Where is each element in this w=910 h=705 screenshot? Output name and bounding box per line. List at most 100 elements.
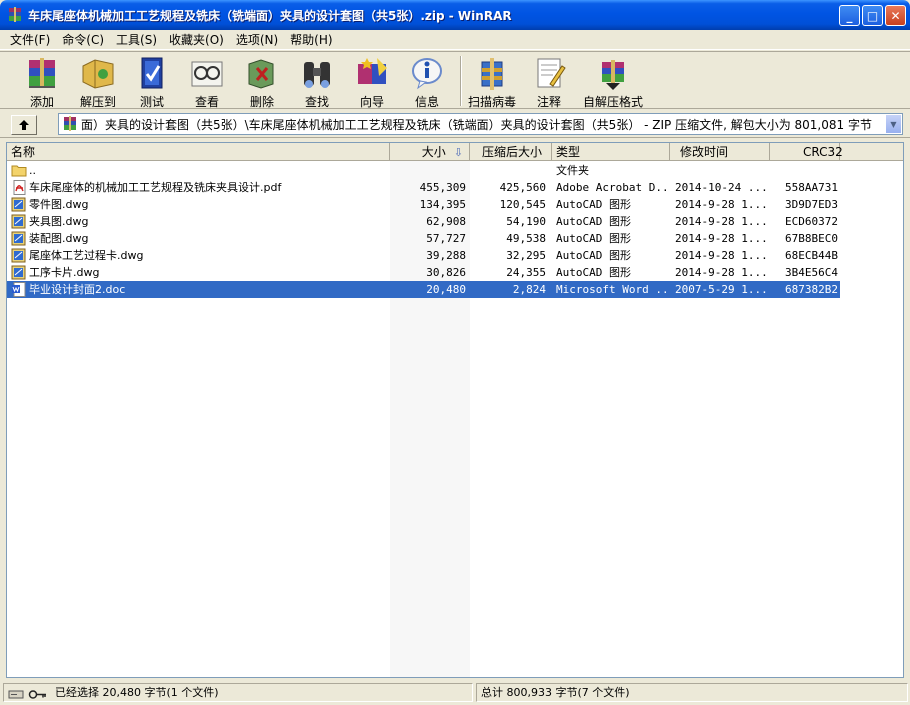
file-type: AutoCAD 图形 (556, 215, 631, 228)
file-row[interactable]: 装配图.dwg 57,727 49,538 AutoCAD 图形 2014-9-28 1… (7, 230, 840, 247)
wizard-label: 向导 (359, 95, 384, 109)
file-crc (785, 162, 840, 179)
file-name: 毕业设计封面2.doc (29, 283, 126, 296)
file-row[interactable]: 零件图.dwg 134,395 120,545 AutoCAD 图形 2014-9-28… (7, 196, 840, 213)
file-type: 文件夹 (556, 164, 589, 177)
file-size (390, 162, 466, 179)
column-size-label: 大小 (421, 145, 446, 159)
add-label: 添加 (29, 95, 54, 109)
virus-scan-label: 扫描病毒 (467, 95, 516, 109)
file-row[interactable]: 毕业设计封面2.doc 20,480 2,824 Microsoft Word ...… (7, 281, 840, 298)
info-button[interactable]: 信息 (399, 54, 455, 109)
file-modified: 2014-9-28 1... (675, 198, 768, 211)
minimize-button[interactable]: _ (839, 5, 860, 26)
info-label: 信息 (414, 95, 439, 109)
file-modified: 2014-10-24 ... (675, 181, 768, 194)
path-combo[interactable]: 面）夹具的设计套图（共5张）\车床尾座体机械加工工艺规程及铣床（铣端面）夹具的设… (58, 113, 903, 135)
path-text: 面）夹具的设计套图（共5张）\车床尾座体机械加工工艺规程及铣床（铣端面）夹具的设… (81, 117, 872, 132)
key-icon (28, 688, 48, 699)
comment-button[interactable]: 注释 (521, 54, 577, 109)
sfx-icon (594, 54, 632, 92)
close-button[interactable]: ✕ (885, 5, 906, 26)
status-selection-text: 已经选择 20,480 字节(1 个文件) (55, 686, 219, 699)
column-type[interactable]: 类型 (552, 143, 670, 161)
file-crc: ECD60372 (785, 215, 838, 228)
folder-icon (11, 163, 27, 178)
file-name: 夹具图.dwg (29, 215, 89, 228)
menu-tools[interactable]: 工具(S) (110, 31, 163, 48)
file-row[interactable]: 工序卡片.dwg 30,826 24,355 AutoCAD 图形 2014-9-28 … (7, 264, 840, 281)
file-packed-size: 54,190 (506, 215, 546, 228)
status-bar: 已经选择 20,480 字节(1 个文件) 总计 800,933 字节(7 个文… (0, 681, 910, 705)
comment-icon (530, 54, 568, 92)
file-row[interactable]: 尾座体工艺过程卡.dwg 39,288 32,295 AutoCAD 图形 2014-9… (7, 247, 840, 264)
file-packed-size: 120,545 (499, 198, 546, 211)
column-size[interactable]: 大小 ⇩ (390, 143, 470, 161)
menu-bar: 文件(F) 命令(C) 工具(S) 收藏夹(O) 选项(N) 帮助(H) (0, 30, 910, 50)
file-name: 尾座体工艺过程卡.dwg (29, 249, 144, 262)
status-total-text: 总计 800,933 字节(7 个文件) (481, 686, 630, 699)
path-dropdown-button[interactable]: ▼ (885, 114, 902, 134)
file-size: 455,309 (419, 181, 466, 194)
pdf-icon (11, 180, 27, 195)
menu-file[interactable]: 文件(F) (4, 31, 56, 48)
test-button[interactable]: 测试 (124, 54, 180, 109)
add-button[interactable]: 添加 (14, 54, 70, 109)
menu-favorites[interactable]: 收藏夹(O) (163, 31, 230, 48)
comment-label: 注释 (536, 95, 561, 109)
winrar-app-icon[interactable] (7, 7, 23, 23)
file-crc: 558AA731 (785, 181, 838, 194)
menu-commands[interactable]: 命令(C) (56, 31, 110, 48)
add-archive-icon (23, 54, 61, 92)
info-icon (408, 54, 446, 92)
wizard-button[interactable]: 向导 (344, 54, 400, 109)
dwg-icon (11, 265, 27, 280)
file-row[interactable]: 车床尾座体的机械加工工艺规程及铣床夹具设计.pdf 455,309 425,560 A… (7, 179, 840, 196)
find-icon (298, 54, 336, 92)
title-bar[interactable]: 车床尾座体机械加工工艺规程及铣床（铣端面）夹具的设计套图（共5张）.zip - … (0, 0, 910, 30)
file-name: 车床尾座体的机械加工工艺规程及铣床夹具设计.pdf (29, 181, 282, 194)
dwg-icon (11, 197, 27, 212)
column-modified[interactable]: 修改时间 (670, 143, 770, 161)
maximize-button[interactable]: □ (862, 5, 883, 26)
file-type: AutoCAD 图形 (556, 198, 631, 211)
column-packed-label: 压缩后大小 (482, 145, 543, 159)
menu-help[interactable]: 帮助(H) (284, 31, 338, 48)
window-title: 车床尾座体机械加工工艺规程及铣床（铣端面）夹具的设计套图（共5张）.zip - … (28, 8, 512, 23)
up-folder-button[interactable] (11, 115, 37, 135)
file-row[interactable]: .. 文件夹 (7, 162, 840, 179)
extract-to-icon (79, 54, 117, 92)
close-icon: ✕ (890, 8, 901, 23)
status-total: 总计 800,933 字节(7 个文件) (476, 683, 908, 702)
test-label: 测试 (139, 95, 164, 109)
file-crc: 67B8BEC0 (785, 232, 838, 245)
view-button[interactable]: 查看 (179, 54, 235, 109)
chevron-down-icon: ▼ (890, 119, 897, 129)
delete-icon (243, 54, 281, 92)
column-crc[interactable]: CRC32 (770, 143, 843, 161)
column-type-label: 类型 (556, 145, 581, 159)
file-modified: 2007-5-29 1... (675, 283, 768, 296)
status-selection: 已经选择 20,480 字节(1 个文件) (3, 683, 473, 702)
find-button[interactable]: 查找 (289, 54, 345, 109)
file-modified: 2014-9-28 1... (675, 232, 768, 245)
column-name-label: 名称 (11, 145, 36, 159)
column-packed[interactable]: 压缩后大小 (470, 143, 552, 161)
file-list[interactable]: 名称 大小 ⇩ 压缩后大小 类型 修改时间 CRC32 .. 文件夹车床尾座体的机械… (6, 142, 904, 678)
delete-button[interactable]: 删除 (234, 54, 290, 109)
menu-options[interactable]: 选项(N) (230, 31, 284, 48)
file-row[interactable]: 夹具图.dwg 62,908 54,190 AutoCAD 图形 2014-9-28 1… (7, 213, 840, 230)
virus-scan-button[interactable]: 扫描病毒 (465, 54, 519, 109)
dwg-icon (11, 248, 27, 263)
dwg-icon (11, 214, 27, 229)
sfx-button[interactable]: 自解压格式 (583, 54, 643, 109)
wizard-icon (353, 54, 391, 92)
column-crc-label: CRC32 (803, 145, 843, 159)
file-type: AutoCAD 图形 (556, 249, 631, 262)
file-size: 20,480 (426, 283, 466, 296)
file-size: 39,288 (426, 249, 466, 262)
column-name[interactable]: 名称 (7, 143, 390, 161)
extract-to-button[interactable]: 解压到 (70, 54, 126, 109)
test-icon (133, 54, 171, 92)
file-packed-size: 24,355 (506, 266, 546, 279)
